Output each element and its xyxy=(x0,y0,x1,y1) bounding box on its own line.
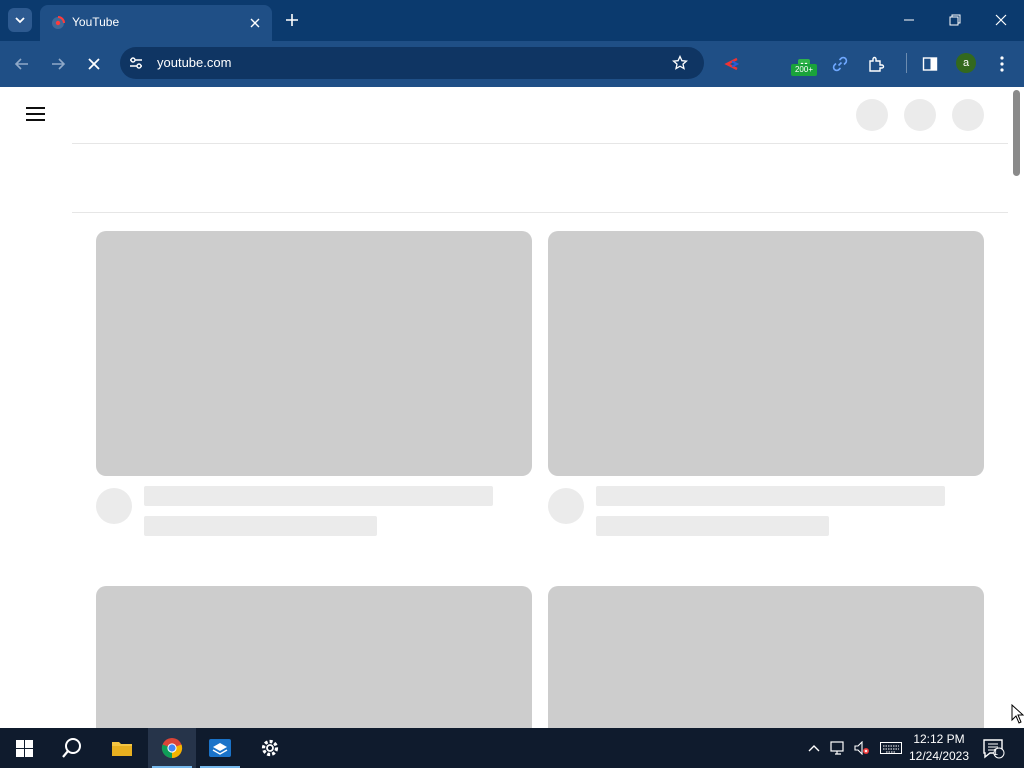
chips-divider xyxy=(72,212,1008,213)
extension-button-1[interactable] xyxy=(720,52,744,76)
header-button-placeholder xyxy=(856,99,888,131)
youtube-page xyxy=(0,87,1024,728)
close-tab-button[interactable] xyxy=(246,14,264,32)
forward-button[interactable] xyxy=(46,52,70,76)
star-icon[interactable] xyxy=(672,55,688,71)
guide-menu-button[interactable] xyxy=(26,107,46,121)
side-panel-button[interactable] xyxy=(918,52,942,76)
taskbar-settings[interactable] xyxy=(246,728,294,768)
folder-icon xyxy=(112,742,132,756)
extension-logo-icon xyxy=(724,57,740,71)
restore-button[interactable] xyxy=(942,8,968,32)
profile-avatar[interactable]: a xyxy=(956,53,976,73)
toolbar-divider xyxy=(906,53,907,73)
hamburger-line xyxy=(26,113,45,115)
header-avatar-placeholder xyxy=(952,99,984,131)
taskbar-clock[interactable]: 12:12 PM 12/24/2023 xyxy=(906,731,972,765)
channel-avatar-placeholder xyxy=(548,488,584,524)
video-thumbnail-placeholder xyxy=(96,586,532,728)
taskbar-chrome[interactable] xyxy=(148,728,196,768)
close-icon xyxy=(88,58,100,70)
address-bar[interactable]: youtube.com xyxy=(120,47,704,79)
tab-youtube[interactable]: YouTube xyxy=(40,5,272,41)
tab-search-button[interactable] xyxy=(8,8,32,32)
header-divider xyxy=(72,143,1008,144)
start-button[interactable] xyxy=(0,728,48,768)
browser-menu-button[interactable] xyxy=(990,52,1014,76)
app-window-icon xyxy=(209,739,231,757)
close-window-button[interactable] xyxy=(988,8,1014,32)
video-title-placeholder xyxy=(144,486,493,506)
stop-loading-button[interactable] xyxy=(82,52,106,76)
kebab-icon xyxy=(1000,56,1004,72)
clock-date: 12/24/2023 xyxy=(908,749,970,763)
video-meta-placeholder xyxy=(596,516,829,536)
scrollbar-thumb[interactable] xyxy=(1013,90,1020,176)
youtube-icon xyxy=(52,16,65,29)
browser-title-bar: YouTube xyxy=(0,0,1024,41)
puzzle-icon xyxy=(869,56,885,72)
volume-tray-icon-button[interactable] xyxy=(854,740,870,756)
tune-icon[interactable] xyxy=(128,55,144,71)
link-icon xyxy=(832,56,848,72)
back-button[interactable] xyxy=(10,52,34,76)
scrollbar[interactable] xyxy=(1009,87,1024,728)
notification-count-badge: 1 xyxy=(993,747,999,757)
side-panel-icon xyxy=(922,57,938,71)
browser-toolbar: youtube.com xyxy=(0,41,1024,87)
header-button-placeholder xyxy=(904,99,936,131)
network-icon xyxy=(830,741,844,755)
search-icon xyxy=(62,738,81,758)
new-tab-button[interactable] xyxy=(282,10,302,30)
restore-icon xyxy=(949,14,961,26)
clock-time: 12:12 PM xyxy=(913,732,965,746)
video-thumbnail-placeholder xyxy=(548,586,984,728)
close-icon xyxy=(250,18,260,28)
taskbar-file-explorer[interactable] xyxy=(98,728,146,768)
video-thumbnail-placeholder xyxy=(96,231,532,476)
chevron-down-icon xyxy=(15,17,25,24)
video-title-placeholder xyxy=(596,486,945,506)
arrow-right-icon xyxy=(52,58,66,70)
mouse-cursor-icon xyxy=(1011,704,1024,724)
extension-badge: 200+ xyxy=(791,64,817,76)
extensions-menu-button[interactable] xyxy=(864,52,888,76)
keyboard-tray-icon-button[interactable] xyxy=(880,740,902,756)
plus-icon xyxy=(286,14,298,26)
chevron-up-icon xyxy=(808,745,820,752)
volume-muted-icon xyxy=(854,741,869,755)
video-meta-placeholder xyxy=(144,516,377,536)
windows-taskbar: 12:12 PM 12/24/2023 xyxy=(0,728,1024,768)
taskbar-search-button[interactable] xyxy=(48,728,96,768)
show-hidden-icons-button[interactable] xyxy=(806,740,822,756)
video-thumbnail-placeholder xyxy=(548,231,984,476)
arrow-left-icon xyxy=(14,58,28,70)
minimize-button[interactable] xyxy=(896,8,922,32)
channel-avatar-placeholder xyxy=(96,488,132,524)
hamburger-line xyxy=(26,107,45,109)
gear-icon xyxy=(261,739,279,757)
tab-title: YouTube xyxy=(72,15,120,29)
chrome-icon xyxy=(161,738,183,759)
network-tray-icon-button[interactable] xyxy=(830,740,846,756)
keyboard-icon xyxy=(880,742,902,754)
hamburger-line xyxy=(26,119,45,121)
url-text[interactable]: youtube.com xyxy=(157,55,231,70)
taskbar-app-sandbox[interactable] xyxy=(196,728,244,768)
minimize-icon xyxy=(904,19,914,21)
extension-button-3[interactable] xyxy=(828,52,852,76)
close-icon xyxy=(995,14,1007,26)
windows-icon xyxy=(15,739,33,757)
